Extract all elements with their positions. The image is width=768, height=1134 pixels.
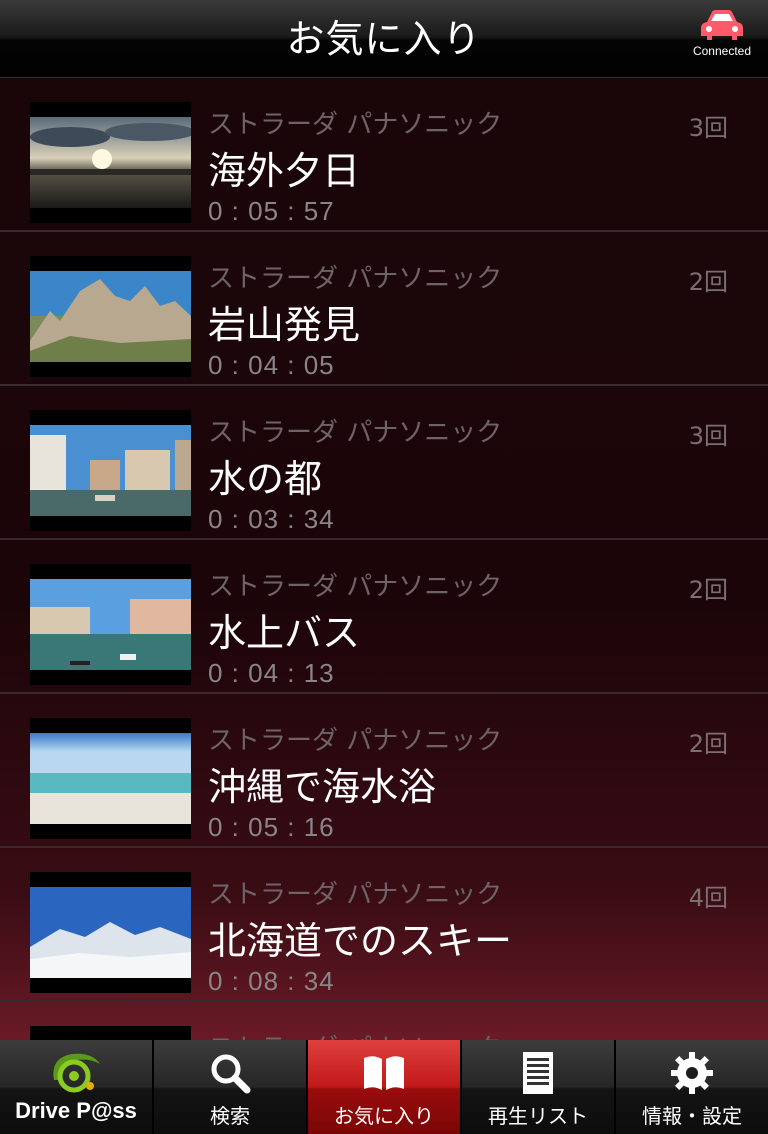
video-duration: 0 : 04 : 13 xyxy=(208,658,335,688)
video-duration: 0 : 03 : 34 xyxy=(208,504,335,534)
tab-favorites[interactable]: お気に入り xyxy=(306,1040,460,1134)
connection-status[interactable]: Connected xyxy=(690,8,754,68)
video-thumbnail xyxy=(30,564,191,685)
play-count: 3回 xyxy=(688,422,728,450)
tab-search[interactable]: 検索 xyxy=(152,1040,306,1134)
video-duration: 0 : 04 : 05 xyxy=(208,350,335,380)
list-item[interactable]: ストラーダ パナソニック 4回 xyxy=(0,1002,768,1040)
artist-name: ストラーダ パナソニック xyxy=(208,264,503,294)
list-item[interactable]: ストラーダ パナソニック 海外夕日 0 : 05 : 57 3回 xyxy=(0,78,768,232)
video-thumbnail xyxy=(30,410,191,531)
video-title: 沖縄で海水浴 xyxy=(208,765,437,809)
video-thumbnail xyxy=(30,718,191,839)
video-duration: 0 : 08 : 34 xyxy=(208,966,335,996)
search-icon xyxy=(154,1050,306,1096)
page-title: お気に入り xyxy=(286,17,482,61)
video-thumbnail xyxy=(30,872,191,993)
video-thumbnail xyxy=(30,1026,191,1040)
connected-label: Connected xyxy=(692,44,752,58)
list-item[interactable]: ストラーダ パナソニック 岩山発見 0 : 04 : 05 2回 xyxy=(0,232,768,386)
artist-name: ストラーダ パナソニック xyxy=(208,572,503,602)
gear-icon xyxy=(616,1050,768,1096)
video-thumbnail xyxy=(30,256,191,377)
video-title: 岩山発見 xyxy=(208,303,361,347)
drivepass-logo-icon xyxy=(0,1050,152,1096)
artist-name: ストラーダ パナソニック xyxy=(208,880,503,910)
tab-label: 再生リスト xyxy=(488,1104,588,1128)
video-thumbnail xyxy=(30,102,191,223)
video-duration: 0 : 05 : 57 xyxy=(208,196,335,226)
tab-label: 情報・設定 xyxy=(642,1104,742,1128)
tab-drivepass[interactable]: Drive P@ss xyxy=(0,1040,152,1134)
artist-name: ストラーダ パナソニック xyxy=(208,110,503,140)
play-count: 2回 xyxy=(688,576,728,604)
tab-label: 検索 xyxy=(210,1104,250,1128)
title-bar: お気に入り Connected xyxy=(0,0,768,78)
list-item[interactable]: ストラーダ パナソニック 北海道でのスキー 0 : 08 : 34 4回 xyxy=(0,848,768,1002)
tab-settings[interactable]: 情報・設定 xyxy=(614,1040,768,1134)
car-icon xyxy=(701,10,743,40)
video-title: 水上バス xyxy=(208,611,361,655)
drivepass-label: Drive P@ss xyxy=(15,1098,137,1123)
book-icon xyxy=(308,1050,460,1096)
list-icon xyxy=(462,1050,614,1096)
artist-name: ストラーダ パナソニック xyxy=(208,418,503,448)
artist-name: ストラーダ パナソニック xyxy=(208,1028,502,1040)
list-item[interactable]: ストラーダ パナソニック 沖縄で海水浴 0 : 05 : 16 2回 xyxy=(0,694,768,848)
list-item[interactable]: ストラーダ パナソニック 水の都 0 : 03 : 34 3回 xyxy=(0,386,768,540)
play-count: 2回 xyxy=(688,730,728,758)
video-duration: 0 : 05 : 16 xyxy=(208,812,335,842)
play-count: 4回 xyxy=(689,1032,728,1040)
play-count: 4回 xyxy=(688,884,728,912)
play-count: 3回 xyxy=(688,114,728,142)
tab-label: お気に入り xyxy=(334,1104,434,1128)
bottom-tab-bar: Drive P@ss 検索 お気に入り 再生リスト 情報・設定 xyxy=(0,1040,768,1134)
video-title: 水の都 xyxy=(208,457,323,501)
play-count: 2回 xyxy=(688,268,728,296)
tab-playlist[interactable]: 再生リスト xyxy=(460,1040,614,1134)
list-item[interactable]: ストラーダ パナソニック 水上バス 0 : 04 : 13 2回 xyxy=(0,540,768,694)
video-title: 海外夕日 xyxy=(208,149,361,193)
favorites-list[interactable]: ストラーダ パナソニック 海外夕日 0 : 05 : 57 3回 ストラーダ パ… xyxy=(0,78,768,1040)
artist-name: ストラーダ パナソニック xyxy=(208,726,503,756)
video-title: 北海道でのスキー xyxy=(208,919,513,963)
